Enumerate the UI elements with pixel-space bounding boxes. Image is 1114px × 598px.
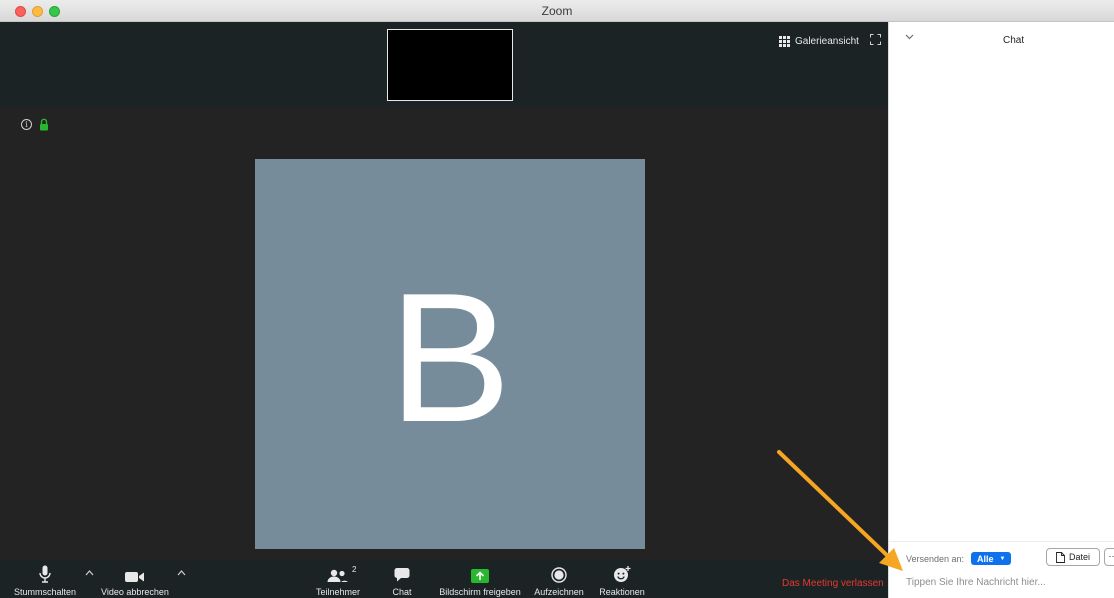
chat-panel: Chat Versenden an: Alle ▼ Datei ··· xyxy=(888,22,1114,598)
window-title: Zoom xyxy=(541,4,573,18)
chat-bubble-icon xyxy=(394,568,410,582)
file-button[interactable]: Datei xyxy=(1046,548,1100,566)
self-video-thumbnail[interactable] xyxy=(387,29,513,101)
send-to-label: Versenden an: xyxy=(906,554,965,564)
chat-title: Chat xyxy=(1003,35,1025,46)
participant-avatar: B xyxy=(255,159,645,549)
reactions-button[interactable]: Reaktionen xyxy=(594,560,650,598)
leave-meeting-button[interactable]: Das Meeting verlassen xyxy=(782,578,884,589)
video-camera-icon xyxy=(125,572,144,582)
encryption-lock-icon[interactable] xyxy=(39,118,49,131)
share-screen-button[interactable]: Bildschirm freigeben xyxy=(434,560,526,598)
share-screen-label: Bildschirm freigeben xyxy=(439,587,521,597)
participants-icon xyxy=(327,569,348,582)
audio-options-chevron-up-icon[interactable] xyxy=(85,569,94,577)
stop-video-button[interactable]: Video abbrechen xyxy=(96,560,174,598)
more-options-button[interactable]: ··· xyxy=(1104,548,1114,566)
record-button[interactable]: Aufzeichnen xyxy=(530,560,588,598)
mute-label: Stummschalten xyxy=(13,587,77,597)
chat-label: Chat xyxy=(392,587,412,597)
recipient-dropdown[interactable]: Alle ▼ xyxy=(971,552,1012,565)
recipient-value: Alle xyxy=(977,553,994,564)
thumbnail-strip: Galerieansicht xyxy=(0,22,888,107)
record-label: Aufzeichnen xyxy=(534,587,584,597)
title-bar: Zoom xyxy=(0,0,1114,22)
avatar-letter: B xyxy=(388,254,512,460)
fullscreen-icon[interactable] xyxy=(870,34,881,45)
participants-count-badge: 2 xyxy=(352,565,357,574)
meeting-area: Galerieansicht i B xyxy=(0,22,888,598)
participants-button[interactable]: Teilnehmer xyxy=(310,560,366,598)
chat-message-input[interactable] xyxy=(906,574,1106,590)
record-icon xyxy=(551,567,567,583)
participants-label: Teilnehmer xyxy=(315,587,361,597)
chevron-down-icon[interactable] xyxy=(905,34,914,40)
chat-header: Chat xyxy=(889,22,1114,58)
chat-button[interactable]: Chat xyxy=(382,560,422,598)
meeting-info-icon[interactable]: i xyxy=(21,119,32,130)
microphone-icon xyxy=(39,565,51,583)
grid-icon xyxy=(779,35,790,47)
share-screen-icon xyxy=(471,569,489,583)
video-options-chevron-up-icon[interactable] xyxy=(177,569,186,577)
mute-button[interactable]: Stummschalten xyxy=(6,560,84,598)
reactions-smiley-icon xyxy=(614,566,631,582)
dropdown-arrow-icon: ▼ xyxy=(999,555,1006,562)
gallery-view-label: Galerieansicht xyxy=(795,35,859,47)
file-icon xyxy=(1056,551,1065,563)
chat-composer: Versenden an: Alle ▼ Datei ··· xyxy=(889,541,1114,598)
file-button-label: Datei xyxy=(1068,552,1090,562)
stop-video-label: Video abbrechen xyxy=(101,587,169,597)
meeting-toolbar: Stummschalten Video abbrechen Teilnehmer… xyxy=(0,560,888,598)
gallery-view-button[interactable]: Galerieansicht xyxy=(779,34,859,48)
reactions-label: Reaktionen xyxy=(599,587,645,597)
